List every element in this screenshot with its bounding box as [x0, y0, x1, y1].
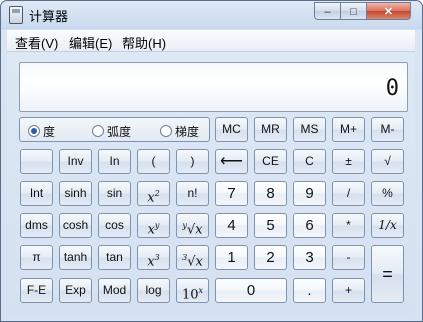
- tan-button[interactable]: tan: [98, 245, 131, 270]
- radio-gradians-label: 梯度: [175, 125, 200, 139]
- radio-dot-icon: [28, 125, 40, 137]
- mod-button[interactable]: Mod: [98, 278, 131, 303]
- sqrt-button[interactable]: √: [371, 149, 404, 174]
- radio-dot-icon: [160, 125, 172, 137]
- fe-button[interactable]: F-E: [20, 278, 53, 303]
- decimal-button[interactable]: .: [293, 278, 326, 303]
- power-button[interactable]: xy: [137, 213, 170, 238]
- sinh-button[interactable]: sinh: [59, 181, 92, 206]
- y-root-button[interactable]: y√x: [176, 213, 209, 238]
- blank-button[interactable]: [20, 149, 53, 174]
- pi-button[interactable]: π: [20, 245, 53, 270]
- m-minus-button[interactable]: M-: [371, 117, 404, 142]
- ten-power-button[interactable]: 10x: [176, 278, 209, 303]
- add-button[interactable]: +: [332, 278, 365, 303]
- digit-6-button[interactable]: 6: [293, 213, 326, 238]
- power-base: x: [147, 222, 155, 238]
- cos-button[interactable]: cos: [98, 213, 131, 238]
- digit-4-button[interactable]: 4: [215, 213, 248, 238]
- ten-power-base: 10: [181, 287, 199, 303]
- menu-help[interactable]: 帮助(H): [122, 33, 166, 52]
- display-panel: 0: [19, 62, 408, 112]
- title-bar[interactable]: 计算器 – □ ✕: [1, 1, 422, 28]
- angle-mode-group: 度 弧度 梯度: [19, 117, 210, 142]
- mc-button[interactable]: MC: [215, 117, 248, 142]
- equals-button[interactable]: =: [371, 245, 404, 303]
- menu-bar: 查看(V) 编辑(E) 帮助(H): [7, 30, 415, 52]
- radio-degrees-label: 度: [43, 125, 56, 139]
- cube-root-symbol: √x: [187, 254, 203, 270]
- reciprocal-button[interactable]: 1/x: [371, 213, 404, 238]
- window-title: 计算器: [29, 9, 69, 24]
- calculator-body: 0 度 弧度 梯度 MC MR MS M+ M- Inv In ( ) ⟵ CE…: [7, 52, 415, 315]
- right-paren-button[interactable]: ): [176, 149, 209, 174]
- ten-power-exp: x: [198, 286, 204, 295]
- digit-1-button[interactable]: 1: [215, 245, 248, 270]
- power-exp: y: [154, 221, 160, 230]
- cube-exp: 3: [154, 253, 160, 262]
- digit-9-button[interactable]: 9: [293, 181, 326, 206]
- digit-8-button[interactable]: 8: [254, 181, 287, 206]
- close-button[interactable]: ✕: [367, 2, 411, 20]
- calculator-window: 计算器 – □ ✕ 查看(V) 编辑(E) 帮助(H) 0 度 弧度 梯度 MC…: [0, 0, 423, 322]
- subtract-button[interactable]: -: [332, 245, 365, 270]
- radio-radians[interactable]: 弧度: [92, 123, 131, 140]
- digit-7-button[interactable]: 7: [215, 181, 248, 206]
- maximize-button[interactable]: □: [341, 2, 367, 20]
- exp-button[interactable]: Exp: [59, 278, 92, 303]
- cosh-button[interactable]: cosh: [59, 213, 92, 238]
- dms-button[interactable]: dms: [20, 213, 53, 238]
- divide-button[interactable]: /: [332, 181, 365, 206]
- square-base: x: [147, 190, 155, 206]
- multiply-button[interactable]: *: [332, 213, 365, 238]
- calculator-icon: [9, 6, 23, 24]
- radio-degrees[interactable]: 度: [28, 123, 55, 140]
- inv-button[interactable]: Inv: [59, 149, 92, 174]
- menu-view[interactable]: 查看(V): [15, 33, 58, 52]
- clear-button[interactable]: C: [293, 149, 326, 174]
- digit-2-button[interactable]: 2: [254, 245, 287, 270]
- ms-button[interactable]: MS: [293, 117, 326, 142]
- sin-button[interactable]: sin: [98, 181, 131, 206]
- log-button[interactable]: log: [137, 278, 170, 303]
- int-button[interactable]: Int: [20, 181, 53, 206]
- digit-0-button[interactable]: 0: [215, 278, 287, 303]
- cube-base: x: [147, 254, 155, 270]
- backspace-arrow-icon: ⟵: [220, 153, 243, 170]
- mr-button[interactable]: MR: [254, 117, 287, 142]
- digit-5-button[interactable]: 5: [254, 213, 287, 238]
- plus-minus-button[interactable]: ±: [332, 149, 365, 174]
- radio-gradians[interactable]: 梯度: [160, 123, 199, 140]
- percent-button[interactable]: %: [371, 181, 404, 206]
- y-root-symbol: √x: [186, 222, 203, 238]
- factorial-button[interactable]: n!: [176, 181, 209, 206]
- left-paren-button[interactable]: (: [137, 149, 170, 174]
- square-exp: 2: [154, 189, 160, 198]
- cube-root-button[interactable]: 3√x: [176, 245, 209, 270]
- backspace-button[interactable]: ⟵: [215, 149, 248, 174]
- digit-3-button[interactable]: 3: [293, 245, 326, 270]
- display-value: 0: [385, 76, 399, 101]
- tanh-button[interactable]: tanh: [59, 245, 92, 270]
- minimize-button[interactable]: –: [314, 2, 341, 20]
- radio-dot-icon: [92, 125, 104, 137]
- menu-edit[interactable]: 编辑(E): [69, 33, 112, 52]
- m-plus-button[interactable]: M+: [332, 117, 365, 142]
- cube-button[interactable]: x3: [137, 245, 170, 270]
- ce-button[interactable]: CE: [254, 149, 287, 174]
- square-button[interactable]: x2: [137, 181, 170, 206]
- radio-radians-label: 弧度: [107, 125, 132, 139]
- ln-button[interactable]: In: [98, 149, 131, 174]
